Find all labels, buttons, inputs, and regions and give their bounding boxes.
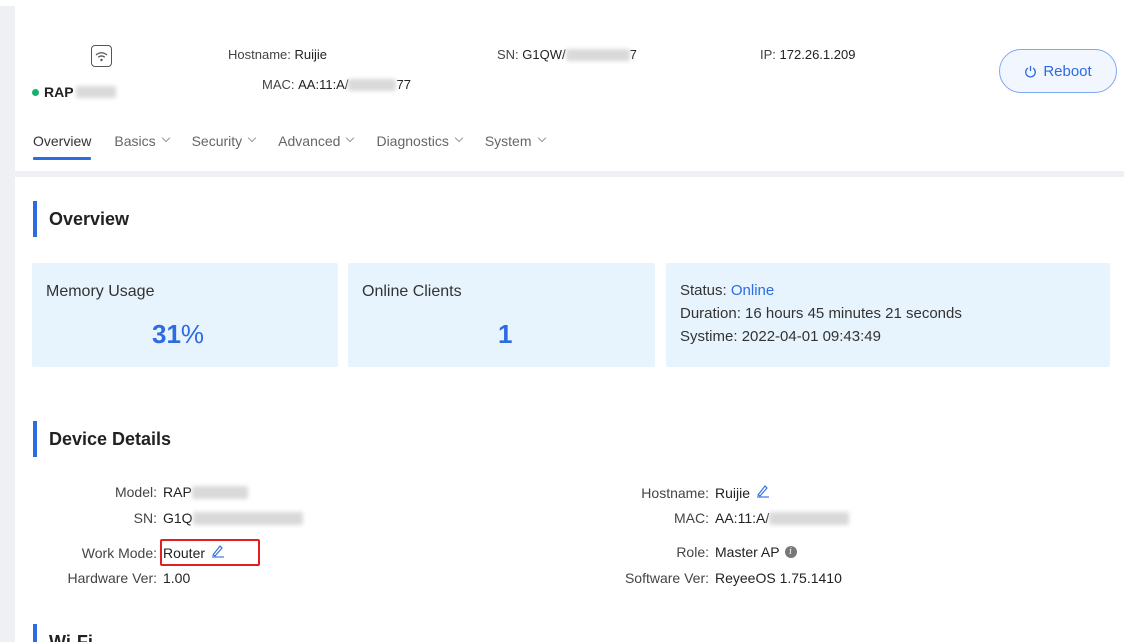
work-mode-highlight bbox=[160, 539, 260, 566]
ip-value: 172.26.1.209 bbox=[779, 47, 856, 62]
hostname-label: Hostname: bbox=[228, 47, 291, 62]
ip-label: IP: bbox=[760, 47, 776, 62]
detail-hardware: Hardware Ver: 1.00 bbox=[32, 570, 191, 586]
mac-label: MAC: bbox=[674, 510, 709, 526]
edit-icon[interactable] bbox=[756, 484, 770, 501]
device-details-title: Device Details bbox=[33, 421, 171, 457]
redacted-block bbox=[348, 78, 397, 91]
sn-label: SN: bbox=[133, 510, 157, 526]
tab-label: Basics bbox=[114, 133, 156, 149]
status-label: Status: bbox=[680, 282, 727, 299]
power-icon bbox=[1025, 65, 1037, 78]
header-mac: MAC: AA:11:A/ 77 bbox=[262, 77, 411, 92]
role-text: Master AP bbox=[715, 544, 780, 560]
tab-security[interactable]: Security bbox=[191, 130, 257, 160]
model-label: Model: bbox=[114, 484, 157, 500]
chevron-down-icon bbox=[537, 133, 546, 143]
model-value: RAP bbox=[163, 484, 248, 500]
online-status-dot bbox=[32, 88, 39, 96]
online-clients-label: Online Clients bbox=[362, 283, 462, 300]
work-mode-label: Work Mode: bbox=[81, 544, 157, 561]
wifi-device-icon bbox=[91, 45, 112, 67]
header-sn: SN: G1QW/ 7 bbox=[497, 47, 637, 62]
role-value: Master AP i bbox=[715, 544, 797, 560]
hostname-label: Hostname: bbox=[641, 484, 709, 501]
mac-text: AA:11:A/ bbox=[715, 510, 770, 526]
duration-line: Duration: 16 hours 45 minutes 21 seconds bbox=[680, 302, 962, 325]
hostname-value[interactable]: Ruijie bbox=[715, 484, 770, 501]
sn-value: G1Q bbox=[163, 510, 303, 526]
device-name-text: RAP bbox=[44, 84, 74, 100]
hostname-value: Ruijie bbox=[294, 47, 328, 62]
memory-usage-card: Memory Usage 31% bbox=[32, 263, 338, 367]
systime-label: Systime: bbox=[680, 328, 738, 345]
info-icon[interactable]: i bbox=[784, 546, 797, 558]
tab-diagnostics[interactable]: Diagnostics bbox=[376, 130, 464, 160]
device-name: RAP bbox=[32, 84, 116, 100]
redacted-block bbox=[75, 86, 116, 98]
systime-line: Systime: 2022-04-01 09:43:49 bbox=[680, 325, 962, 348]
wifi-title: Wi-Fi bbox=[33, 624, 93, 642]
chevron-down-icon bbox=[346, 133, 355, 143]
sn-suffix: 7 bbox=[629, 47, 637, 62]
detail-sn: SN: G1Q bbox=[32, 510, 303, 526]
redacted-block bbox=[192, 511, 303, 525]
model-text: RAP bbox=[163, 484, 192, 500]
header-ip: IP: 172.26.1.209 bbox=[760, 47, 855, 62]
mac-label: MAC: bbox=[262, 77, 295, 92]
detail-mac: MAC: AA:11:A/ bbox=[584, 510, 850, 526]
overview-title: Overview bbox=[33, 201, 129, 237]
tab-advanced[interactable]: Advanced bbox=[278, 130, 355, 160]
tab-label: Overview bbox=[33, 133, 92, 149]
redacted-block bbox=[191, 485, 248, 499]
header-hostname: Hostname: Ruijie bbox=[228, 47, 327, 62]
detail-software: Software Ver: ReyeeOS 1.75.1410 bbox=[584, 570, 842, 586]
detail-role: Role: Master AP i bbox=[584, 544, 797, 560]
tab-label: Advanced bbox=[278, 133, 341, 149]
chevron-down-icon bbox=[161, 133, 170, 143]
memory-usage-label: Memory Usage bbox=[46, 283, 155, 300]
hostname-text[interactable]: Ruijie bbox=[715, 485, 750, 501]
tab-overview[interactable]: Overview bbox=[33, 130, 92, 160]
sn-text: G1Q bbox=[163, 510, 193, 526]
chevron-down-icon bbox=[247, 133, 257, 143]
online-clients-value: 1 bbox=[498, 319, 513, 349]
reboot-label: Reboot bbox=[1043, 62, 1092, 80]
sn-label: SN: bbox=[497, 47, 519, 62]
mac-prefix: AA:11:A/ bbox=[298, 77, 349, 92]
software-label: Software Ver: bbox=[624, 570, 709, 586]
chevron-down-icon bbox=[454, 133, 464, 143]
status-value: Online bbox=[730, 282, 775, 299]
status-line: Status: Online bbox=[680, 279, 962, 302]
status-block: Status: Online Duration: 16 hours 45 min… bbox=[680, 279, 962, 348]
duration-value: 16 hours 45 minutes 21 seconds bbox=[745, 305, 962, 322]
memory-number: 31 bbox=[152, 319, 181, 349]
tab-label: Diagnostics bbox=[376, 133, 449, 149]
systime-value: 2022-04-01 09:43:49 bbox=[741, 328, 881, 345]
redacted-block bbox=[769, 511, 850, 525]
duration-label: Duration: bbox=[680, 305, 741, 322]
main-nav: Overview Basics Security Advanced Diagno… bbox=[33, 130, 568, 164]
redacted-block bbox=[565, 48, 630, 61]
status-card: Status: Online Duration: 16 hours 45 min… bbox=[666, 263, 1110, 367]
role-label: Role: bbox=[676, 544, 709, 560]
memory-unit: % bbox=[180, 319, 205, 349]
detail-model: Model: RAP bbox=[32, 484, 248, 500]
detail-hostname: Hostname: Ruijie bbox=[584, 484, 770, 501]
tab-system[interactable]: System bbox=[484, 130, 546, 160]
software-value: ReyeeOS 1.75.1410 bbox=[715, 570, 842, 586]
reboot-button[interactable]: Reboot bbox=[999, 49, 1117, 93]
wifi-icon bbox=[95, 51, 108, 61]
tab-basics[interactable]: Basics bbox=[114, 130, 170, 160]
hardware-label: Hardware Ver: bbox=[67, 570, 157, 586]
tab-label: Security bbox=[191, 133, 243, 149]
mac-value: AA:11:A/ bbox=[715, 510, 850, 526]
hardware-value: 1.00 bbox=[163, 570, 191, 586]
tab-label: System bbox=[484, 133, 532, 149]
memory-usage-value: 31% bbox=[152, 319, 204, 350]
sn-prefix: G1QW/ bbox=[522, 47, 566, 62]
online-clients-card: Online Clients 1 bbox=[348, 263, 655, 367]
mac-suffix: 77 bbox=[396, 77, 411, 92]
